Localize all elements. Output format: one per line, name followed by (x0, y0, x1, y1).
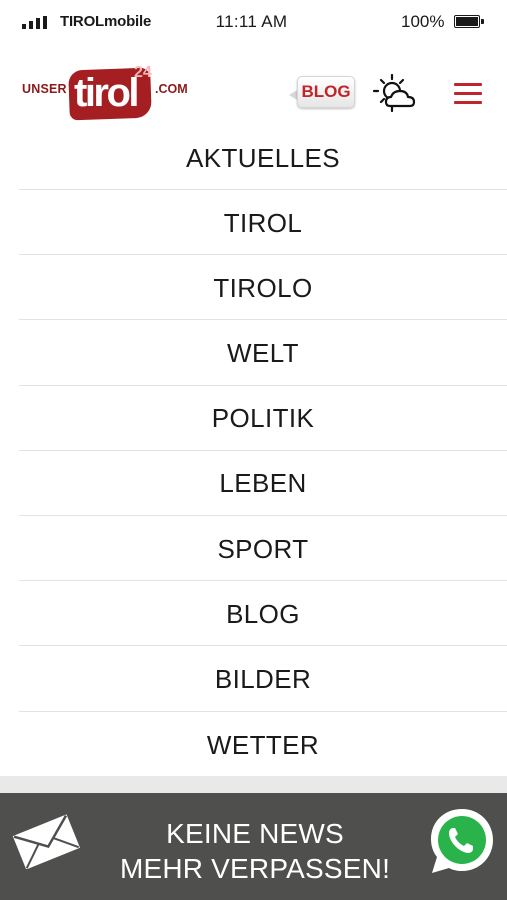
hamburger-menu-icon[interactable] (454, 83, 482, 105)
banner-line-1: KEINE NEWS (166, 818, 344, 849)
main-nav-list: AKTUELLES TIROL TIROLO WELT POLITIK LEBE… (19, 126, 507, 777)
site-logo[interactable]: UNSER tirol 24 .COM (20, 62, 195, 122)
battery-full-icon (454, 15, 484, 28)
nav-item-tirol[interactable]: TIROL (19, 190, 507, 256)
nav-item-aktuelles[interactable]: AKTUELLES (19, 126, 507, 190)
sun-cloud-icon[interactable] (372, 73, 422, 115)
status-bar: TIROLmobile 11:11 AM 100% (0, 0, 507, 44)
nav-item-leben[interactable]: LEBEN (19, 451, 507, 516)
nav-item-welt[interactable]: WELT (19, 320, 507, 386)
whatsapp-icon[interactable] (426, 805, 498, 877)
nav-bottom-divider (0, 776, 507, 793)
banner-line-2: MEHR VERPASSEN! (119, 853, 391, 884)
blog-button[interactable]: BLOG (289, 76, 357, 110)
nav-item-sport[interactable]: SPORT (19, 516, 507, 582)
logo-superscript: 24 (134, 64, 152, 81)
blog-button-label: BLOG (301, 82, 351, 101)
nav-item-wetter[interactable]: WETTER (19, 712, 507, 777)
battery-percentage: 100% (401, 12, 445, 31)
logo-name: tirol (74, 71, 140, 115)
nav-item-bilder[interactable]: BILDER (19, 646, 507, 712)
newsletter-banner[interactable]: KEINE NEWS MEHR VERPASSEN! (0, 793, 507, 900)
envelope-icon (12, 814, 81, 869)
nav-item-tirolo[interactable]: TIROLO (19, 255, 507, 321)
nav-item-politik[interactable]: POLITIK (19, 386, 507, 451)
nav-item-blog[interactable]: BLOG (19, 581, 507, 647)
logo-suffix: .COM (155, 82, 188, 96)
site-header: UNSER tirol 24 .COM BLOG (0, 52, 507, 132)
banner-text: KEINE NEWS MEHR VERPASSEN! (100, 816, 410, 886)
logo-prefix: UNSER (22, 82, 67, 96)
